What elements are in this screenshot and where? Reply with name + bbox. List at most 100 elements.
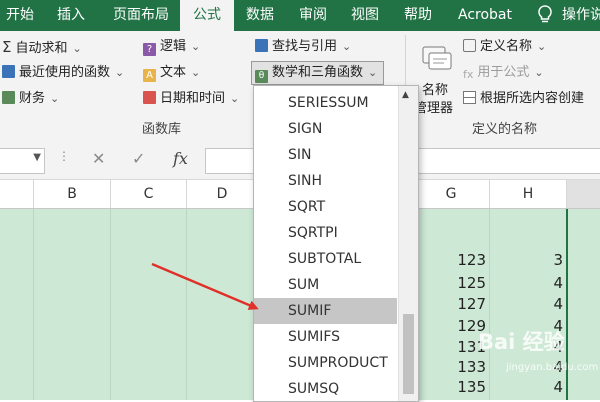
defined-names-group-label: 定义的名称 [472,122,538,137]
dropdown-scrollbar[interactable]: ▲ [398,86,418,401]
text-icon: A [143,69,156,82]
tab-view[interactable]: 视图 [342,0,388,31]
text-label: 文本 [160,65,187,80]
scrollbar-thumb[interactable] [403,314,414,394]
enter-icon[interactable]: ✓ [132,149,145,168]
column-header-g[interactable]: G [413,180,490,208]
grid-icon [463,91,476,104]
chevron-down-icon: ⌄ [72,42,82,55]
chevron-down-icon: ⌄ [342,40,352,53]
autosum-label: 自动求和 [15,41,68,56]
cell-g[interactable]: 127 [436,295,486,313]
recent-functions-button[interactable]: 最近使用的函数 ⌄ [2,62,124,84]
cell-g[interactable]: 135 [436,378,486,396]
calendar-icon [143,91,156,104]
grid-line [33,209,34,400]
tab-page-layout[interactable]: 页面布局 [104,0,178,31]
function-library-group-label: 函数库 [142,122,182,137]
math-trig-label: 数学和三角函数 [272,65,364,80]
tab-review[interactable]: 审阅 [290,0,336,31]
cell-h[interactable]: 4 [513,295,563,313]
function-item-sqrt[interactable]: SQRT [254,194,397,220]
sigma-icon: Σ [2,38,12,56]
magnifier-icon [255,39,268,52]
column-header-d[interactable]: D [187,180,258,208]
tab-insert[interactable]: 插入 [48,0,94,31]
column-header-h[interactable]: H [490,180,567,208]
logical-icon: ? [143,43,156,56]
function-item-sqrtpi[interactable]: SQRTPI [254,220,397,246]
function-item-sumproduct[interactable]: SUMPRODUCT [254,350,397,376]
grid-line [186,209,187,400]
function-item-sin[interactable]: SIN [254,142,397,168]
recent-functions-label: 最近使用的函数 [19,65,111,80]
logical-label: 逻辑 [160,39,187,54]
cell-g[interactable]: 133 [436,358,486,376]
function-item-sum[interactable]: SUM [254,272,397,298]
math-trig-button[interactable]: θ 数学和三角函数 ⌄ [251,61,385,85]
tab-formulas[interactable]: 公式 [180,0,234,31]
function-item-sumif[interactable]: SUMIF [254,298,397,324]
tab-home[interactable]: 开始 [0,0,40,31]
finance-button[interactable]: 财务 ⌄ [2,88,59,110]
autosum-button[interactable]: Σ 自动求和 ⌄ [2,36,82,58]
cell-h[interactable]: 4 [513,274,563,292]
column-header-b[interactable]: B [34,180,111,208]
tab-tell-me[interactable]: 操作说 [562,0,600,31]
finance-label: 财务 [19,91,46,106]
math-function-dropdown: SERIESSUM SIGN SIN SINH SQRT SQRTPI SUBT… [253,85,419,402]
insert-function-icon[interactable]: fx [173,149,188,168]
chevron-down-icon: ⌄ [230,92,240,105]
use-in-formula-label: 用于公式 [477,65,530,80]
formula-fx-icon: fx [463,68,474,81]
datetime-label: 日期和时间 [160,91,226,106]
finance-icon [2,91,15,104]
math-icon: θ [255,70,268,83]
function-item-sumifs[interactable]: SUMIFS [254,324,397,350]
grid-line [110,209,111,400]
column-header-a[interactable] [0,180,34,208]
cell-h[interactable]: 4 [513,378,563,396]
column-header-i[interactable] [567,180,600,208]
watermark-logo: Bai 经验 [478,330,565,354]
cell-h[interactable]: 3 [513,251,563,269]
chevron-down-icon: ⌄ [368,66,378,79]
define-name-label: 定义名称 [480,39,533,54]
tag-icon [463,39,476,52]
name-box[interactable]: ▼ [0,148,45,174]
chevron-down-icon[interactable]: ▼ [33,152,41,163]
drag-handle-icon[interactable]: ⋮ [58,149,70,163]
cell-g[interactable]: 125 [436,274,486,292]
lightbulb-icon[interactable] [532,0,558,31]
chevron-down-icon: ⌄ [50,92,60,105]
tab-acrobat[interactable]: Acrobat [448,0,522,31]
function-item-sumsq[interactable]: SUMSQ [254,376,397,401]
create-from-selection-label: 根据所选内容创建 [480,91,585,106]
scroll-up-arrow-icon[interactable]: ▲ [402,90,409,100]
chevron-down-icon: ⌄ [191,40,201,53]
function-item-seriessum[interactable]: SERIESSUM [254,90,397,116]
datetime-button[interactable]: 日期和时间 ⌄ [143,88,239,110]
chevron-down-icon: ⌄ [115,66,125,79]
function-item-sign[interactable]: SIGN [254,116,397,142]
tab-data[interactable]: 数据 [236,0,284,31]
column-header-c[interactable]: C [111,180,187,208]
lookup-reference-button[interactable]: 查找与引用 ⌄ [255,36,351,58]
chevron-down-icon: ⌄ [534,66,544,79]
chevron-down-icon: ⌄ [191,66,201,79]
define-name-button[interactable]: 定义名称 ⌄ [463,36,546,58]
name-manager-button[interactable]: 名称 管理器 [414,43,460,116]
cell-g[interactable]: 123 [436,251,486,269]
text-button[interactable]: A 文本 ⌄ [143,62,200,84]
name-manager-icon [422,46,452,70]
use-in-formula-button[interactable]: fx 用于公式 ⌄ [463,62,544,84]
logical-button[interactable]: ? 逻辑 ⌄ [143,36,200,58]
cancel-icon[interactable]: ✕ [92,149,105,168]
create-from-selection-button[interactable]: 根据所选内容创建 [463,88,584,110]
chevron-down-icon: ⌄ [537,40,547,53]
function-item-subtotal[interactable]: SUBTOTAL [254,246,397,272]
watermark-url: jingyan.baidu.com [506,362,599,373]
tab-help[interactable]: 帮助 [394,0,442,31]
function-item-sinh[interactable]: SINH [254,168,397,194]
name-manager-label-2: 管理器 [414,101,454,116]
